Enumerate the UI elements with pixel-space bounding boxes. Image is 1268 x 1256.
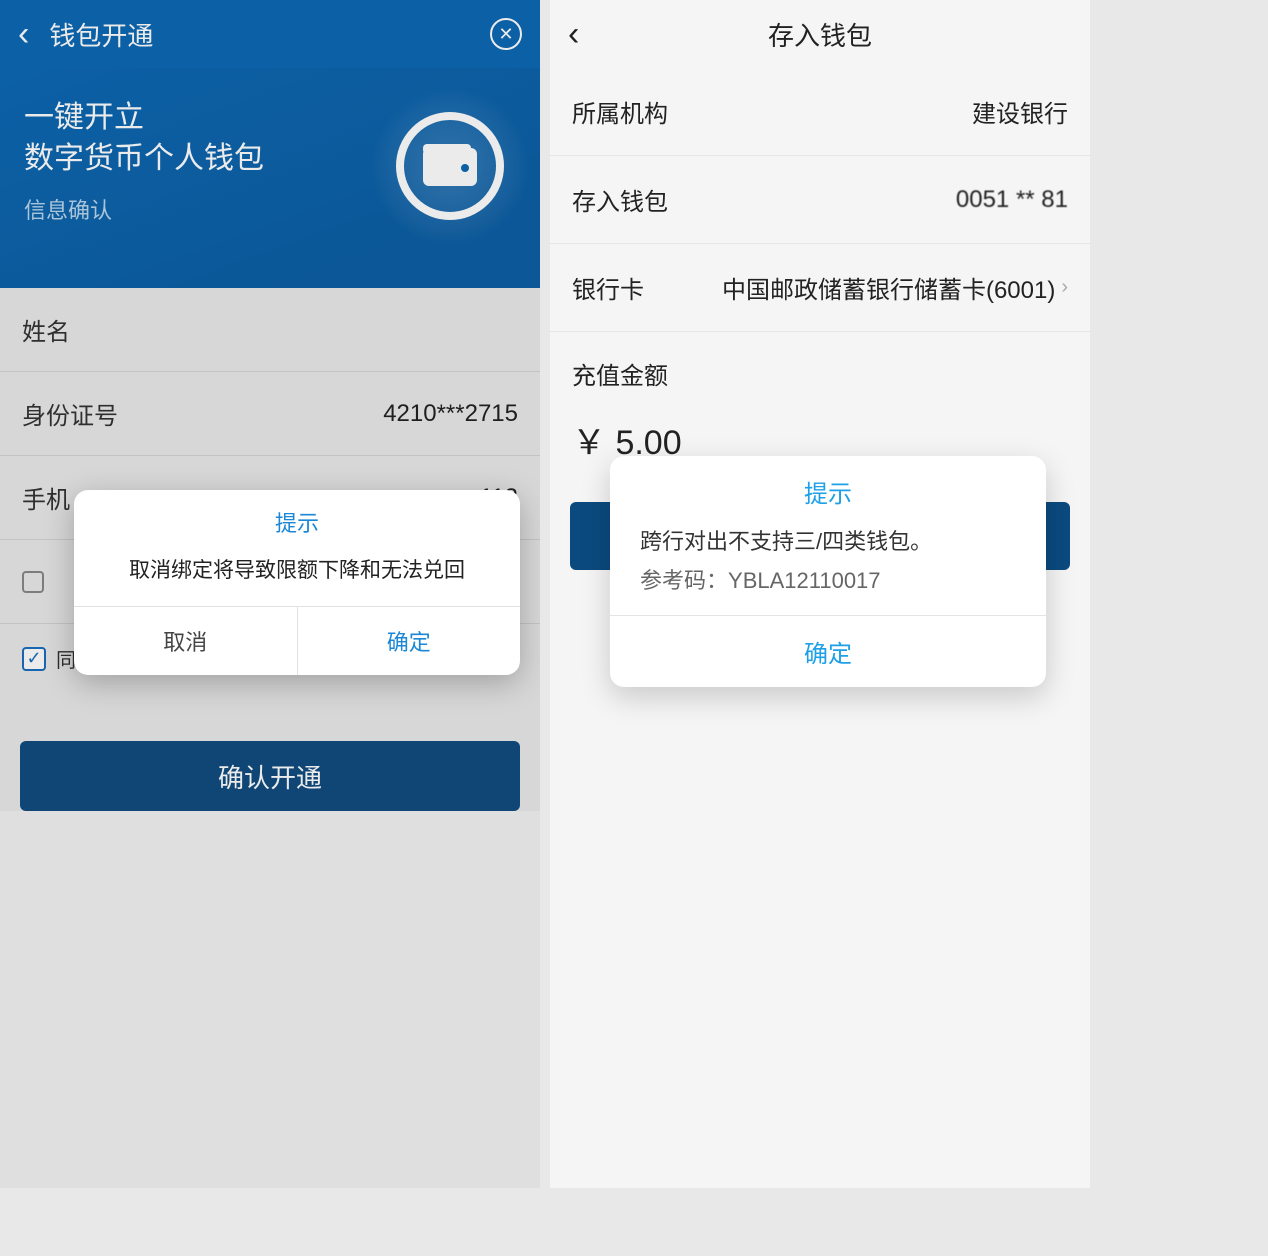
hint-modal: 提示 取消绑定将导致限额下降和无法兑回 取消 确定 [74,490,520,675]
topbar: ‹ 钱包开通 ✕ [0,0,540,68]
modal-button-row: 取消 确定 [74,606,520,675]
modal-title: 提示 [74,490,520,546]
row-checkbox-icon[interactable] [22,571,44,593]
org-value: 建设银行 [972,94,1068,129]
modal-message: 取消绑定将导致限额下降和无法兑回 [74,546,520,606]
back-icon[interactable]: ‹ [18,15,29,54]
modal-ok-button[interactable]: 确定 [298,607,521,675]
wallet-value: 0051 ** 81 [956,186,1068,214]
org-label: 所属机构 [572,94,668,129]
id-label: 身份证号 [22,396,118,431]
code-value: YBLA12110017 [728,568,881,593]
row-org[interactable]: 所属机构 建设银行 [550,68,1090,156]
wallet-label: 存入钱包 [572,182,668,217]
hint-modal: 提示 跨行对出不支持三/四类钱包。 参考码：YBLA12110017 确定 [610,456,1046,687]
chevron-right-icon: › [1061,276,1068,299]
close-icon[interactable]: ✕ [490,18,522,50]
modal-ref-code: 参考码：YBLA12110017 [610,563,1046,615]
bankcard-label: 银行卡 [572,270,644,305]
screen-deposit-wallet: ‹ 存入钱包 所属机构 建设银行 存入钱包 0051 ** 81 银行卡 中国邮… [550,0,1090,1188]
amount-label: 充值金额 [550,332,1090,401]
id-value: 4210***2715 [383,400,518,428]
wallet-circle [396,112,504,220]
hero-banner: 一键开立 数字货币个人钱包 信息确认 [0,68,540,288]
row-id[interactable]: 身份证号 4210***2715 [0,372,540,456]
screen-open-wallet: ‹ 钱包开通 ✕ 一键开立 数字货币个人钱包 信息确认 姓名 身份证号 4210… [0,0,540,1188]
row-name[interactable]: 姓名 [0,288,540,372]
topbar: ‹ 存入钱包 [550,0,1090,68]
row-wallet[interactable]: 存入钱包 0051 ** 81 [550,156,1090,244]
code-label: 参考码： [640,568,728,593]
modal-title: 提示 [610,456,1046,519]
back-icon[interactable]: ‹ [568,15,608,54]
modal-cancel-button[interactable]: 取消 [74,607,298,675]
bankcard-value: 中国邮政储蓄银行储蓄卡(6001) [722,270,1055,305]
row-bankcard[interactable]: 银行卡 中国邮政储蓄银行储蓄卡(6001) › [550,244,1090,332]
page-title: 存入钱包 [608,16,1072,53]
wallet-icon [421,142,479,190]
agree-checkbox[interactable]: ✓ [22,647,46,671]
wallet-glow [370,86,530,246]
phone-label: 手机 [22,480,70,515]
confirm-open-button[interactable]: 确认开通 [20,741,520,811]
modal-ok-button[interactable]: 确定 [610,615,1046,687]
page-title: 钱包开通 [49,16,490,53]
name-label: 姓名 [22,312,70,347]
modal-message: 跨行对出不支持三/四类钱包。 [610,519,1046,563]
